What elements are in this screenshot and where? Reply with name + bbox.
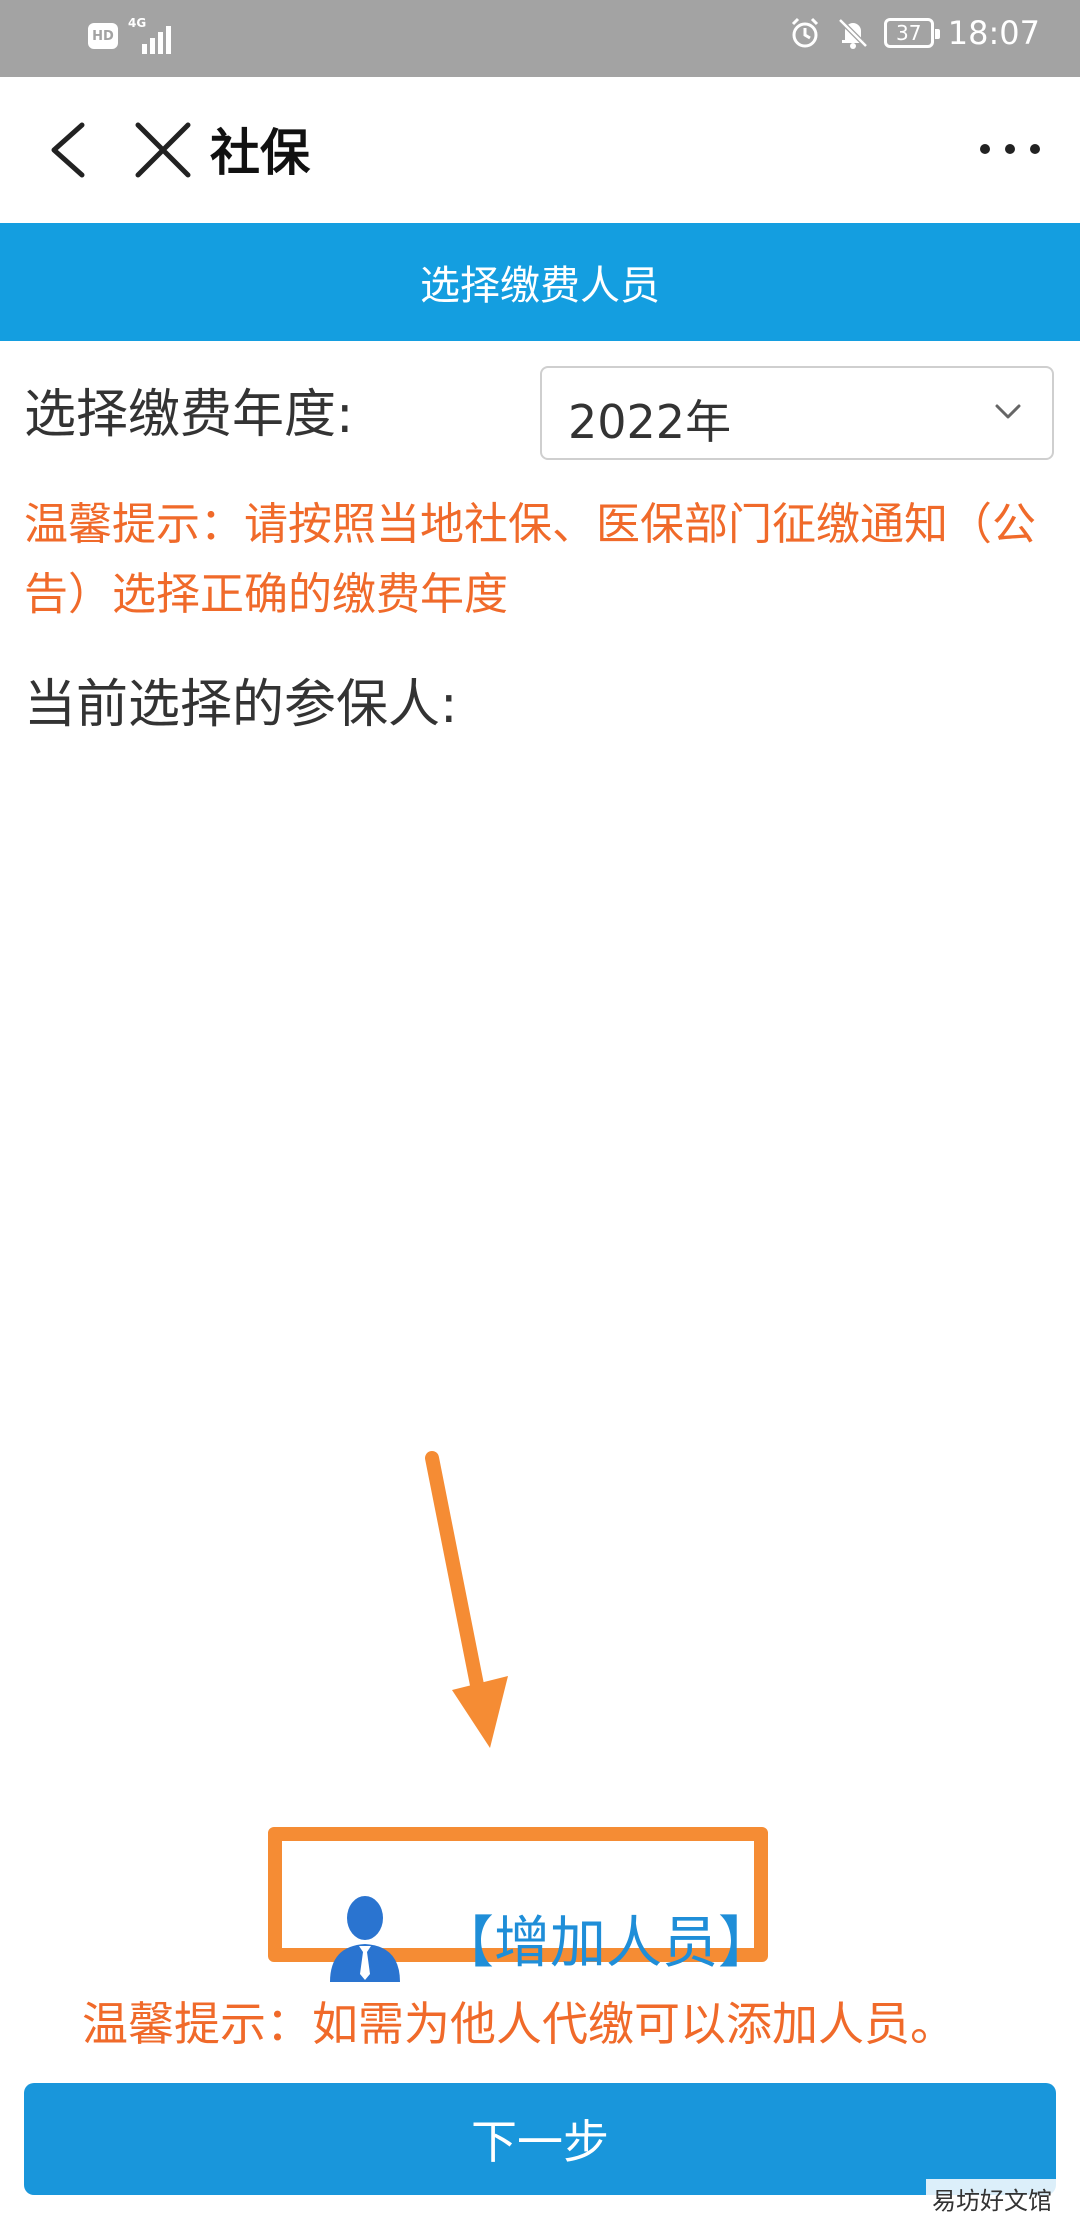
year-label: 选择缴费年度: — [24, 385, 354, 445]
section-header: 选择缴费人员 — [0, 223, 1080, 341]
alarm-icon — [791, 17, 818, 48]
year-select[interactable]: 2022年 — [540, 366, 1054, 460]
add-person-button[interactable]: 【增加人员】 — [438, 1898, 774, 1979]
close-icon[interactable] — [130, 117, 196, 183]
add-person-hint: 温馨提示：如需为他人代缴可以添加人员。 — [82, 1997, 956, 2051]
hd-badge: HD — [88, 23, 118, 49]
person-icon[interactable] — [326, 1890, 404, 1982]
status-bar-right: 37 18:07 — [788, 14, 1040, 52]
status-bar: HD 4G 37 18:07 — [0, 0, 1080, 77]
next-step-label: 下一步 — [471, 2115, 609, 2169]
battery-icon: 37 — [883, 18, 940, 48]
chevron-down-icon — [995, 404, 1021, 419]
page-title: 社保 — [210, 124, 310, 182]
more-icon[interactable] — [980, 137, 1040, 161]
watermark: 易坊好文馆 — [926, 2179, 1058, 2218]
status-bar-left: HD 4G — [88, 16, 180, 54]
nav-bar: 社保 — [0, 77, 1080, 223]
section-header-title: 选择缴费人员 — [420, 263, 660, 309]
back-icon[interactable] — [40, 117, 100, 183]
mute-bell-icon — [838, 18, 868, 49]
status-time: 18:07 — [947, 14, 1040, 52]
year-select-value: 2022年 — [568, 395, 732, 449]
annotation-arrow — [425, 1451, 508, 1748]
year-hint: 温馨提示：请按照当地社保、医保部门征缴通知（公告）选择正确的缴费年度 — [24, 499, 1036, 620]
selected-insured-label: 当前选择的参保人: — [24, 675, 458, 735]
signal-icon: 4G — [128, 16, 180, 54]
next-step-button[interactable]: 下一步 — [24, 2083, 1056, 2195]
